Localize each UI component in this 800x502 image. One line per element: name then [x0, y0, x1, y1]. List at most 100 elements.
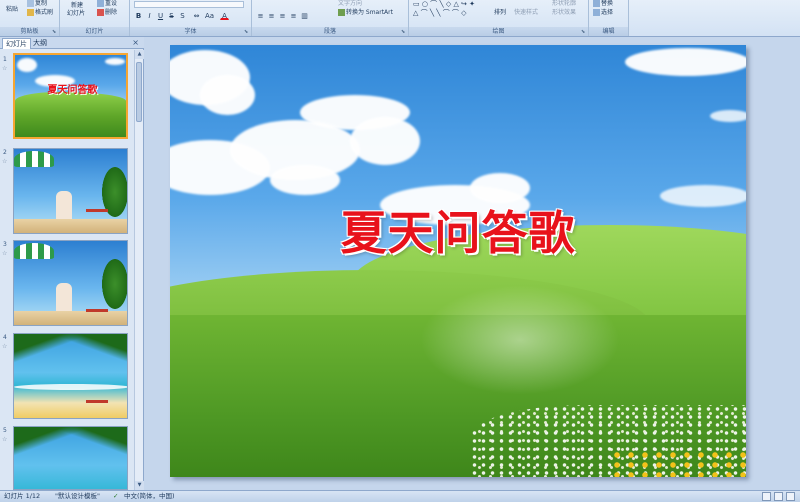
slideshow-view-icon[interactable] [786, 492, 795, 501]
reset-button[interactable]: 重设 [97, 0, 117, 8]
copy-button[interactable]: 复制 [27, 0, 47, 8]
clipboard-launcher-icon[interactable]: ⬊ [52, 29, 58, 35]
font-launcher-icon[interactable]: ⬊ [244, 29, 250, 35]
status-bar: 幻灯片 1/12 "默认设计模板" ✓ 中文(简体，中国) [0, 490, 800, 502]
panel-tabs: 幻灯片 大纲 × [0, 37, 144, 49]
drawing-group-label: 绘图 [409, 27, 588, 36]
font-group-label: 字体 [130, 27, 251, 36]
umbrella-icon [14, 243, 54, 259]
format-painter-button[interactable]: 格式刷 [27, 9, 53, 17]
slide-thumbnail-1[interactable]: 夏天问答歌 [13, 53, 128, 139]
thumb-grass [15, 92, 126, 137]
shape-outline-button[interactable]: 形状轮廓 [552, 0, 576, 8]
thumb-number: 2 [3, 149, 7, 156]
italic-button[interactable]: I [145, 11, 154, 20]
language-indicator[interactable]: 中文(简体，中国) [124, 491, 175, 502]
scroll-down-icon[interactable]: ▼ [135, 481, 144, 490]
font-color-icon[interactable]: A [220, 11, 229, 20]
shape-effects-button[interactable]: 形状效果 [552, 9, 576, 17]
umbrella-icon [14, 151, 54, 167]
thumb-caption [86, 209, 108, 212]
replace-icon [593, 0, 600, 7]
columns-icon[interactable]: ▥ [300, 11, 309, 20]
transition-icon: ☆ [2, 250, 8, 257]
text-direction-button[interactable]: 文字方向 [338, 0, 362, 8]
paragraph-launcher-icon[interactable]: ⬊ [401, 29, 407, 35]
cloud [710, 110, 746, 122]
clipboard-group: 粘贴 复制 格式刷 剪贴板 ⬊ [0, 0, 60, 36]
convert-smartart-button[interactable]: 转换为 SmartArt [338, 9, 393, 17]
paste-button[interactable]: 粘贴 [6, 6, 18, 14]
copy-icon [27, 0, 34, 7]
thumb-sand [14, 219, 127, 233]
thumb-number: 4 [3, 334, 7, 341]
reset-icon [97, 0, 104, 7]
quick-styles-button[interactable]: 快速样式 [514, 9, 538, 17]
change-case-icon[interactable]: Aa [204, 11, 214, 20]
slide-sorter-view-icon[interactable] [774, 492, 783, 501]
align-right-icon[interactable]: ≡ [278, 11, 287, 20]
thumb-caption [86, 309, 108, 312]
slide-title[interactable]: 夏天问答歌 [170, 197, 746, 263]
cloud [625, 48, 746, 76]
palm-leaves-icon [14, 334, 127, 364]
drawing-group: ▭ ○ ⌒ ╲ ◇ △ ↪ ✦ △ ⌒ ╲ ╲ ⌒ ⌒ ◇ 排列 快速样式 形状… [409, 0, 589, 36]
shadow-button[interactable]: S [178, 11, 187, 20]
slides-group-label: 幻灯片 [60, 27, 129, 36]
editing-group: 替换 选择 编辑 [589, 0, 629, 36]
slide-counter: 幻灯片 1/12 [4, 492, 41, 500]
clipboard-group-label: 剪贴板 [0, 27, 59, 36]
shapes-gallery-row2[interactable]: △ ⌒ ╲ ╲ ⌒ ⌒ ◇ [413, 9, 467, 17]
brush-icon [27, 9, 34, 16]
bold-button[interactable]: B [134, 11, 143, 20]
scroll-up-icon[interactable]: ▲ [135, 50, 144, 59]
slide-thumbnail-list: 1 ☆ 夏天问答歌 2 ☆ 3 ☆ 4 ☆ 5 ☆ [0, 50, 134, 490]
cloud [350, 117, 420, 165]
font-name-combo[interactable] [134, 1, 244, 8]
drawing-launcher-icon[interactable]: ⬊ [581, 29, 587, 35]
transition-icon: ☆ [2, 343, 8, 350]
spellcheck-icon[interactable]: ✓ [113, 491, 118, 502]
tab-slides[interactable]: 幻灯片 [2, 38, 31, 49]
char-spacing-icon[interactable]: ⇔ [192, 11, 201, 20]
new-slide-button[interactable]: 新建 [71, 2, 83, 10]
close-icon[interactable]: × [132, 38, 139, 48]
justify-icon[interactable]: ≡ [289, 11, 298, 20]
cloud [200, 75, 255, 115]
paragraph-group-label: 段落 [252, 27, 408, 36]
slide-thumbnail-2[interactable] [13, 148, 128, 234]
select-button[interactable]: 选择 [593, 9, 613, 17]
scroll-thumb[interactable] [136, 62, 142, 122]
strikethrough-button[interactable]: S [167, 11, 176, 20]
delete-slide-button[interactable]: 删除 [97, 9, 117, 17]
replace-button[interactable]: 替换 [593, 0, 613, 8]
normal-view-icon[interactable] [762, 492, 771, 501]
editing-group-label: 编辑 [589, 27, 628, 36]
smartart-icon [338, 9, 345, 16]
align-center-icon[interactable]: ≡ [267, 11, 276, 20]
current-slide[interactable]: 夏天问答歌 [170, 45, 746, 477]
slide-thumbnail-3[interactable] [13, 240, 128, 326]
arrange-button[interactable]: 排列 [494, 9, 506, 17]
thumb-number: 3 [3, 241, 7, 248]
thumb-cloud [105, 58, 125, 65]
tab-outline[interactable]: 大纲 [30, 38, 50, 49]
delete-icon [97, 9, 104, 16]
slide-editing-area: 夏天问答歌 [145, 37, 800, 490]
thumbnail-scrollbar[interactable]: ▲ ▼ [134, 50, 144, 490]
palm-leaves-icon [14, 427, 127, 457]
align-left-icon[interactable]: ≡ [256, 11, 265, 20]
slide-thumbnail-4[interactable] [13, 333, 128, 419]
ribbon: 粘贴 复制 格式刷 剪贴板 ⬊ 新建 幻灯片 重设 删除 幻灯片 B I U S… [0, 0, 800, 37]
select-icon [593, 9, 600, 16]
palm-tree-icon [102, 259, 127, 309]
theme-name[interactable]: "默认设计模板" [55, 491, 100, 502]
thumb-sand [14, 311, 127, 325]
thumb-number: 1 [3, 56, 7, 63]
transition-icon: ☆ [2, 158, 8, 165]
shapes-gallery[interactable]: ▭ ○ ⌒ ╲ ◇ △ ↪ ✦ [413, 0, 475, 8]
slide-thumbnail-5[interactable] [13, 426, 128, 490]
slides-panel: 幻灯片 大纲 × 1 ☆ 夏天问答歌 2 ☆ 3 ☆ 4 ☆ 5 ☆ ▲ ▼ [0, 37, 144, 490]
underline-button[interactable]: U [156, 11, 165, 20]
thumb-wave [14, 384, 127, 390]
